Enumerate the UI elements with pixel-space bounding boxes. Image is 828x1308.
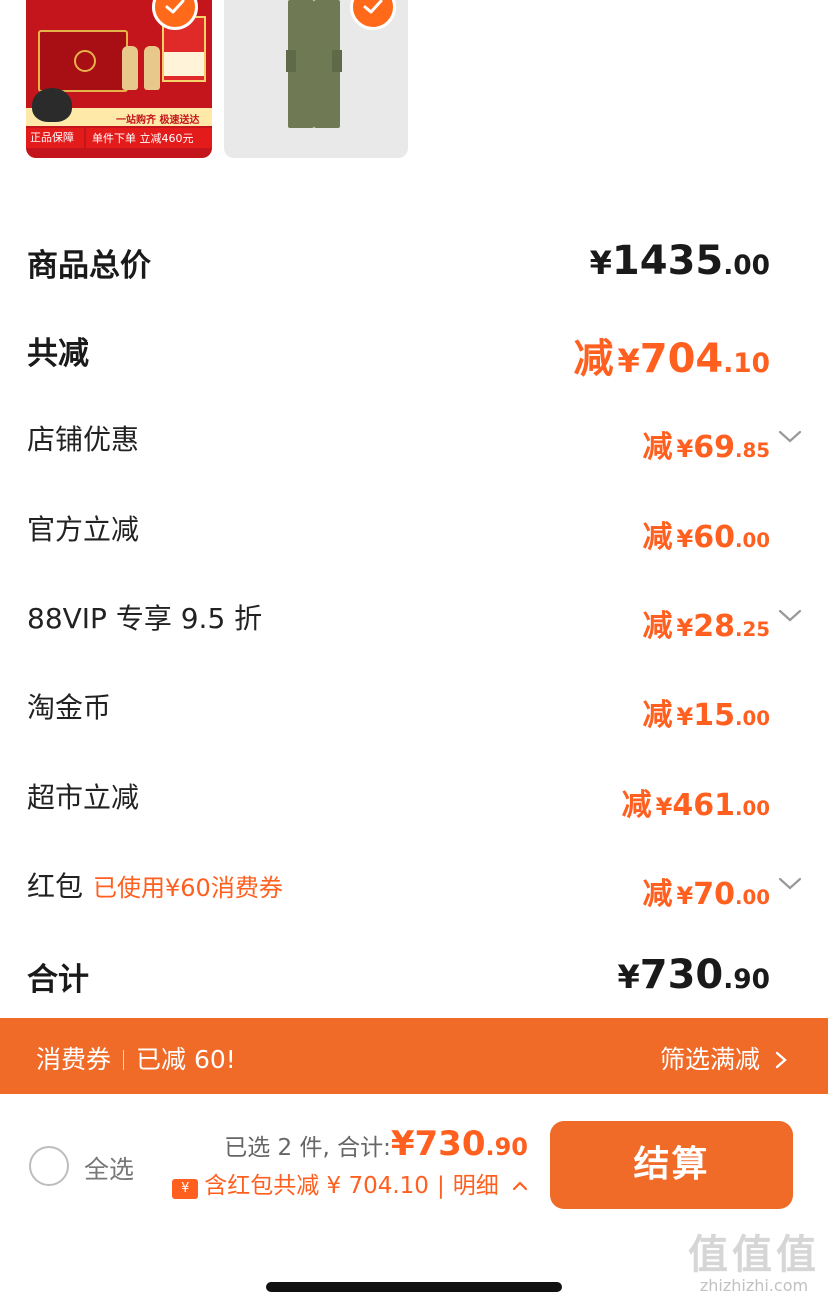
watermark: 值值值 zhizhizhi.com xyxy=(688,1222,820,1295)
discount-value: 减 ¥15.00 xyxy=(642,698,771,733)
discount-label: 淘金币 xyxy=(27,691,112,724)
chevron-down-icon[interactable] xyxy=(778,430,802,444)
discount-label: 红包 已使用¥60消费券 xyxy=(27,870,283,903)
bottle-graphic xyxy=(144,46,160,90)
select-all-label[interactable]: 全选 xyxy=(84,1150,134,1186)
tmall-cat-icon xyxy=(32,88,72,122)
goods-total-label: 商品总价 xyxy=(27,248,151,284)
voucher-status: 消费券 已减 60! xyxy=(36,1045,236,1074)
goods-total-value: ¥1435.00 xyxy=(589,238,770,284)
discount-label: 88VIP 专享 9.5 折 xyxy=(27,602,263,635)
total-discount-value: 减 ¥704.10 xyxy=(573,336,770,382)
chevron-up-icon xyxy=(512,1181,528,1191)
discount-detail-toggle[interactable]: ¥ 含红包共减 ¥ 704.10 | 明细 xyxy=(172,1166,528,1200)
total-discount-label: 共减 xyxy=(27,336,89,372)
selected-count: 已选 2 件, 合计: xyxy=(224,1135,391,1161)
filter-full-reduction-link[interactable]: 筛选满减 xyxy=(660,1040,788,1076)
discount-label: 超市立减 xyxy=(27,781,140,814)
discount-value: 减 ¥28.25 xyxy=(642,609,771,644)
chevron-down-icon[interactable] xyxy=(778,609,802,623)
pants-graphic xyxy=(284,0,342,136)
discount-value: 减 ¥461.00 xyxy=(621,788,770,823)
watermark-logo: 值值值 xyxy=(688,1232,820,1278)
gift-box-graphic xyxy=(38,30,128,92)
discount-value: 减 ¥60.00 xyxy=(642,520,771,555)
chevron-down-icon[interactable] xyxy=(778,877,802,891)
checkout-button[interactable]: 结算 xyxy=(550,1121,793,1209)
discount-value: 减 ¥70.00 xyxy=(642,877,771,912)
discount-label: 店铺优惠 xyxy=(27,423,140,456)
red-packet-icon: ¥ xyxy=(172,1179,199,1199)
grand-total-label: 合计 xyxy=(27,962,89,998)
select-all-radio[interactable] xyxy=(29,1146,69,1186)
discount-value: 减 ¥69.85 xyxy=(642,430,771,465)
grand-total-value: ¥730.90 xyxy=(617,952,770,998)
order-summary: 已选 2 件, 合计:¥730.90 ¥ 含红包共减 ¥ 704.10 | 明细 xyxy=(172,1124,528,1200)
voucher-note: 已使用¥60消费券 xyxy=(93,874,283,902)
watermark-text: zhizhizhi.com xyxy=(699,1276,809,1295)
authentic-badge: 正品保障 xyxy=(26,128,84,148)
voucher-bar: 消费券 已减 60! 筛选满减 xyxy=(0,1018,828,1094)
promo-top-text: 一站购齐 极速送达 xyxy=(116,115,200,126)
gift-tag-graphic xyxy=(164,52,204,76)
discount-label: 官方立减 xyxy=(27,513,140,546)
product-thumbnails: 一站购齐 极速送达 单件下单 立减460元 正品保障 xyxy=(0,0,828,170)
home-indicator[interactable] xyxy=(266,1282,562,1292)
bottle-graphic xyxy=(122,46,138,90)
footer-total: ¥730.90 xyxy=(390,1124,528,1164)
chevron-right-icon xyxy=(775,1051,787,1069)
promo-bottom-text: 单件下单 立减460元 xyxy=(92,132,194,145)
